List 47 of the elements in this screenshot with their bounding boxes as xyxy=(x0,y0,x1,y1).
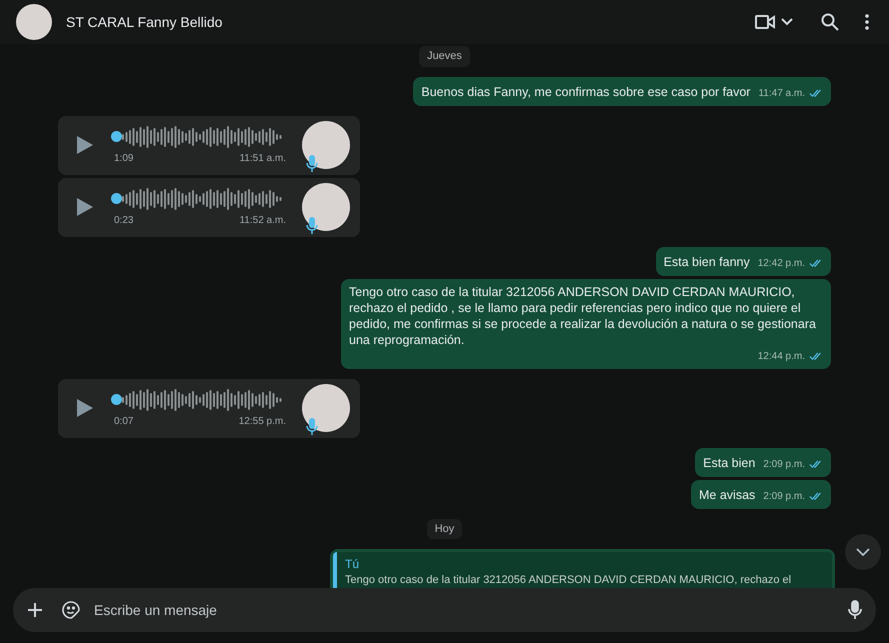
message-time: 12:55 p.m. xyxy=(238,416,286,428)
message-text: Tengo otro caso de la titular 3212056 ANDERSON DAVID CERDAN MAURICIO, rechazo el pedido , se le llamo para pedir referencias pero indico que no quiere el pedido, me confirmas si se procede a realizar la devolución a natura o se gestionara una reprogramación. xyxy=(349,284,817,348)
message-time: 11:47 a.m. xyxy=(758,86,805,100)
double-check-icon xyxy=(809,259,823,268)
date-chip: Jueves xyxy=(419,46,470,66)
play-icon[interactable] xyxy=(76,398,94,418)
video-call-button[interactable] xyxy=(755,15,793,29)
scroll-down-button[interactable] xyxy=(845,534,881,570)
search-icon[interactable] xyxy=(821,13,839,31)
play-icon[interactable] xyxy=(76,135,94,155)
avatar xyxy=(302,121,350,169)
sticker-icon[interactable] xyxy=(62,601,80,619)
plus-icon[interactable] xyxy=(27,602,43,618)
double-check-icon xyxy=(809,460,823,469)
message-time: 12:44 p.m. xyxy=(758,350,805,364)
message-time: 2:09 p.m. xyxy=(763,458,805,472)
microphone-icon xyxy=(306,217,318,235)
microphone-icon xyxy=(306,418,318,436)
voice-duration: 0:07 xyxy=(114,416,134,428)
video-camera-icon xyxy=(755,15,775,29)
voice-duration: 1:09 xyxy=(114,153,134,165)
message-time: 2:09 p.m. xyxy=(763,490,805,504)
avatar xyxy=(302,183,350,231)
message-text: Esta bien fanny xyxy=(664,254,750,271)
double-check-icon xyxy=(809,352,823,361)
microphone-icon xyxy=(306,155,318,173)
voice-duration: 0:23 xyxy=(114,215,134,227)
message-text: Esta bien xyxy=(703,454,756,472)
quote-author: Tú xyxy=(345,556,360,572)
message-composer[interactable]: Escribe un mensaje xyxy=(13,588,876,632)
avatar[interactable] xyxy=(16,4,52,40)
message-text: Me avisas xyxy=(699,486,756,504)
double-check-icon xyxy=(809,89,823,98)
quote-text: Tengo otro caso de la titular 3212056 ANDERSON DAVID CERDAN MAURICIO, rechazo el xyxy=(345,573,792,588)
menu-icon[interactable] xyxy=(865,14,869,30)
microphone-icon[interactable] xyxy=(848,600,862,620)
date-chip: Hoy xyxy=(426,518,462,539)
message-time: 11:51 a.m. xyxy=(239,153,286,165)
double-check-icon xyxy=(809,492,823,501)
chevron-down-icon xyxy=(856,548,870,556)
chevron-down-icon xyxy=(781,18,793,26)
avatar xyxy=(302,384,350,432)
message-text: Buenos dias Fanny, me confirmas sobre ese caso por favor xyxy=(421,84,750,101)
message-time: 11:52 a.m. xyxy=(239,215,286,227)
contact-name[interactable]: ST CARAL Fanny Bellido xyxy=(66,12,222,32)
play-icon[interactable] xyxy=(76,197,94,217)
message-time: 12:42 p.m. xyxy=(758,256,805,270)
